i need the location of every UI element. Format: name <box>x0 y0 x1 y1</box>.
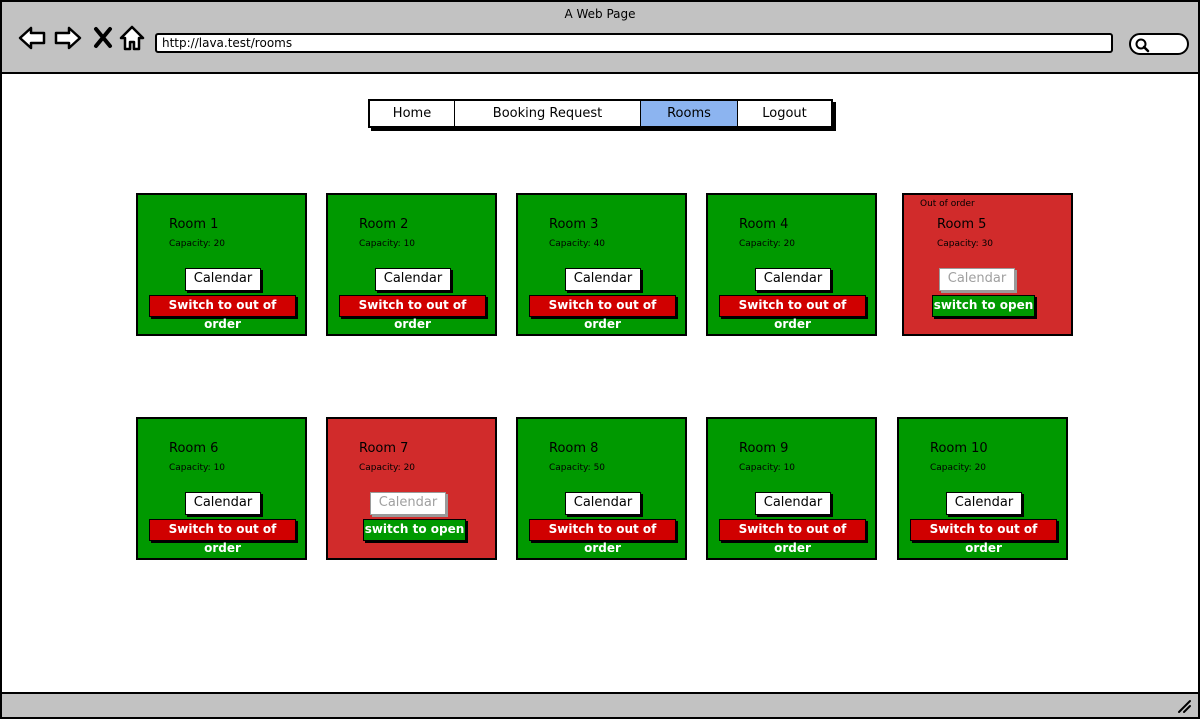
calendar-button[interactable]: Calendar <box>755 268 831 291</box>
browser-chrome: A Web Page http://lava.test/rooms <box>2 2 1198 74</box>
room-name: Room 7 <box>359 441 409 456</box>
room-name: Room 1 <box>169 217 219 232</box>
room-capacity: Capacity: 20 <box>359 463 416 473</box>
room-card: Room 3 Capacity: 40 Calendar Switch to o… <box>516 193 687 336</box>
calendar-button[interactable]: Calendar <box>755 492 831 515</box>
nav-item-rooms[interactable]: Rooms <box>641 101 738 126</box>
room-card: Room 8 Capacity: 50 Calendar Switch to o… <box>516 417 687 560</box>
nav-item-booking-request[interactable]: Booking Request <box>455 101 641 126</box>
calendar-button: Calendar <box>939 268 1015 291</box>
room-capacity: Capacity: 20 <box>169 239 226 249</box>
room-name: Room 4 <box>739 217 789 232</box>
room-name: Room 10 <box>930 441 988 456</box>
room-card: Room 7 Capacity: 20 Calendar switch to o… <box>326 417 497 560</box>
nav-item-logout[interactable]: Logout <box>738 101 831 126</box>
room-capacity: Capacity: 30 <box>937 239 994 249</box>
back-arrow-icon[interactable] <box>18 24 46 52</box>
switch-to-open-button[interactable]: switch to open <box>363 519 466 541</box>
room-capacity: Capacity: 20 <box>739 239 796 249</box>
room-name: Room 3 <box>549 217 599 232</box>
calendar-button[interactable]: Calendar <box>185 268 261 291</box>
room-name: Room 9 <box>739 441 789 456</box>
switch-out-of-order-button[interactable]: Switch to out of order <box>719 295 866 331</box>
switch-out-of-order-button[interactable]: Switch to out of order <box>149 295 296 331</box>
room-name: Room 5 <box>937 217 987 232</box>
home-icon[interactable] <box>118 24 146 52</box>
search-icon <box>1135 38 1150 53</box>
browser-search-field[interactable] <box>1129 33 1189 55</box>
room-capacity: Capacity: 10 <box>739 463 796 473</box>
switch-out-of-order-button[interactable]: Switch to out of order <box>719 519 866 555</box>
switch-to-open-button[interactable]: switch to open <box>932 295 1035 317</box>
room-name: Room 6 <box>169 441 219 456</box>
close-icon[interactable] <box>92 24 120 52</box>
room-capacity: Capacity: 10 <box>359 239 416 249</box>
room-name: Room 2 <box>359 217 409 232</box>
url-bar[interactable]: http://lava.test/rooms <box>155 33 1113 53</box>
room-card: Room 4 Capacity: 20 Calendar Switch to o… <box>706 193 877 336</box>
room-capacity: Capacity: 20 <box>930 463 987 473</box>
switch-out-of-order-button[interactable]: Switch to out of order <box>910 519 1057 555</box>
status-bar <box>2 692 1198 717</box>
calendar-button[interactable]: Calendar <box>375 268 451 291</box>
room-capacity: Capacity: 40 <box>549 239 606 249</box>
calendar-button[interactable]: Calendar <box>946 492 1022 515</box>
room-capacity: Capacity: 50 <box>549 463 606 473</box>
calendar-button[interactable]: Calendar <box>185 492 261 515</box>
nav-item-home[interactable]: Home <box>370 101 455 126</box>
browser-window: A Web Page http://lava.test/rooms Home B… <box>0 0 1200 719</box>
room-name: Room 8 <box>549 441 599 456</box>
window-title: A Web Page <box>564 7 636 21</box>
switch-out-of-order-button[interactable]: Switch to out of order <box>529 519 676 555</box>
room-status-label: Out of order <box>920 199 975 209</box>
switch-out-of-order-button[interactable]: Switch to out of order <box>339 295 486 331</box>
room-card: Room 9 Capacity: 10 Calendar Switch to o… <box>706 417 877 560</box>
main-nav: Home Booking Request Rooms Logout <box>368 99 833 128</box>
room-card: Room 2 Capacity: 10 Calendar Switch to o… <box>326 193 497 336</box>
room-card: Room 6 Capacity: 10 Calendar Switch to o… <box>136 417 307 560</box>
resize-grip-icon[interactable] <box>1176 698 1192 714</box>
calendar-button[interactable]: Calendar <box>565 492 641 515</box>
calendar-button[interactable]: Calendar <box>565 268 641 291</box>
forward-arrow-icon[interactable] <box>54 24 82 52</box>
room-card: Room 10 Capacity: 20 Calendar Switch to … <box>897 417 1068 560</box>
switch-out-of-order-button[interactable]: Switch to out of order <box>149 519 296 555</box>
calendar-button: Calendar <box>370 492 446 515</box>
room-card: Out of order Room 5 Capacity: 30 Calenda… <box>902 193 1073 336</box>
room-card: Room 1 Capacity: 20 Calendar Switch to o… <box>136 193 307 336</box>
switch-out-of-order-button[interactable]: Switch to out of order <box>529 295 676 331</box>
room-capacity: Capacity: 10 <box>169 463 226 473</box>
